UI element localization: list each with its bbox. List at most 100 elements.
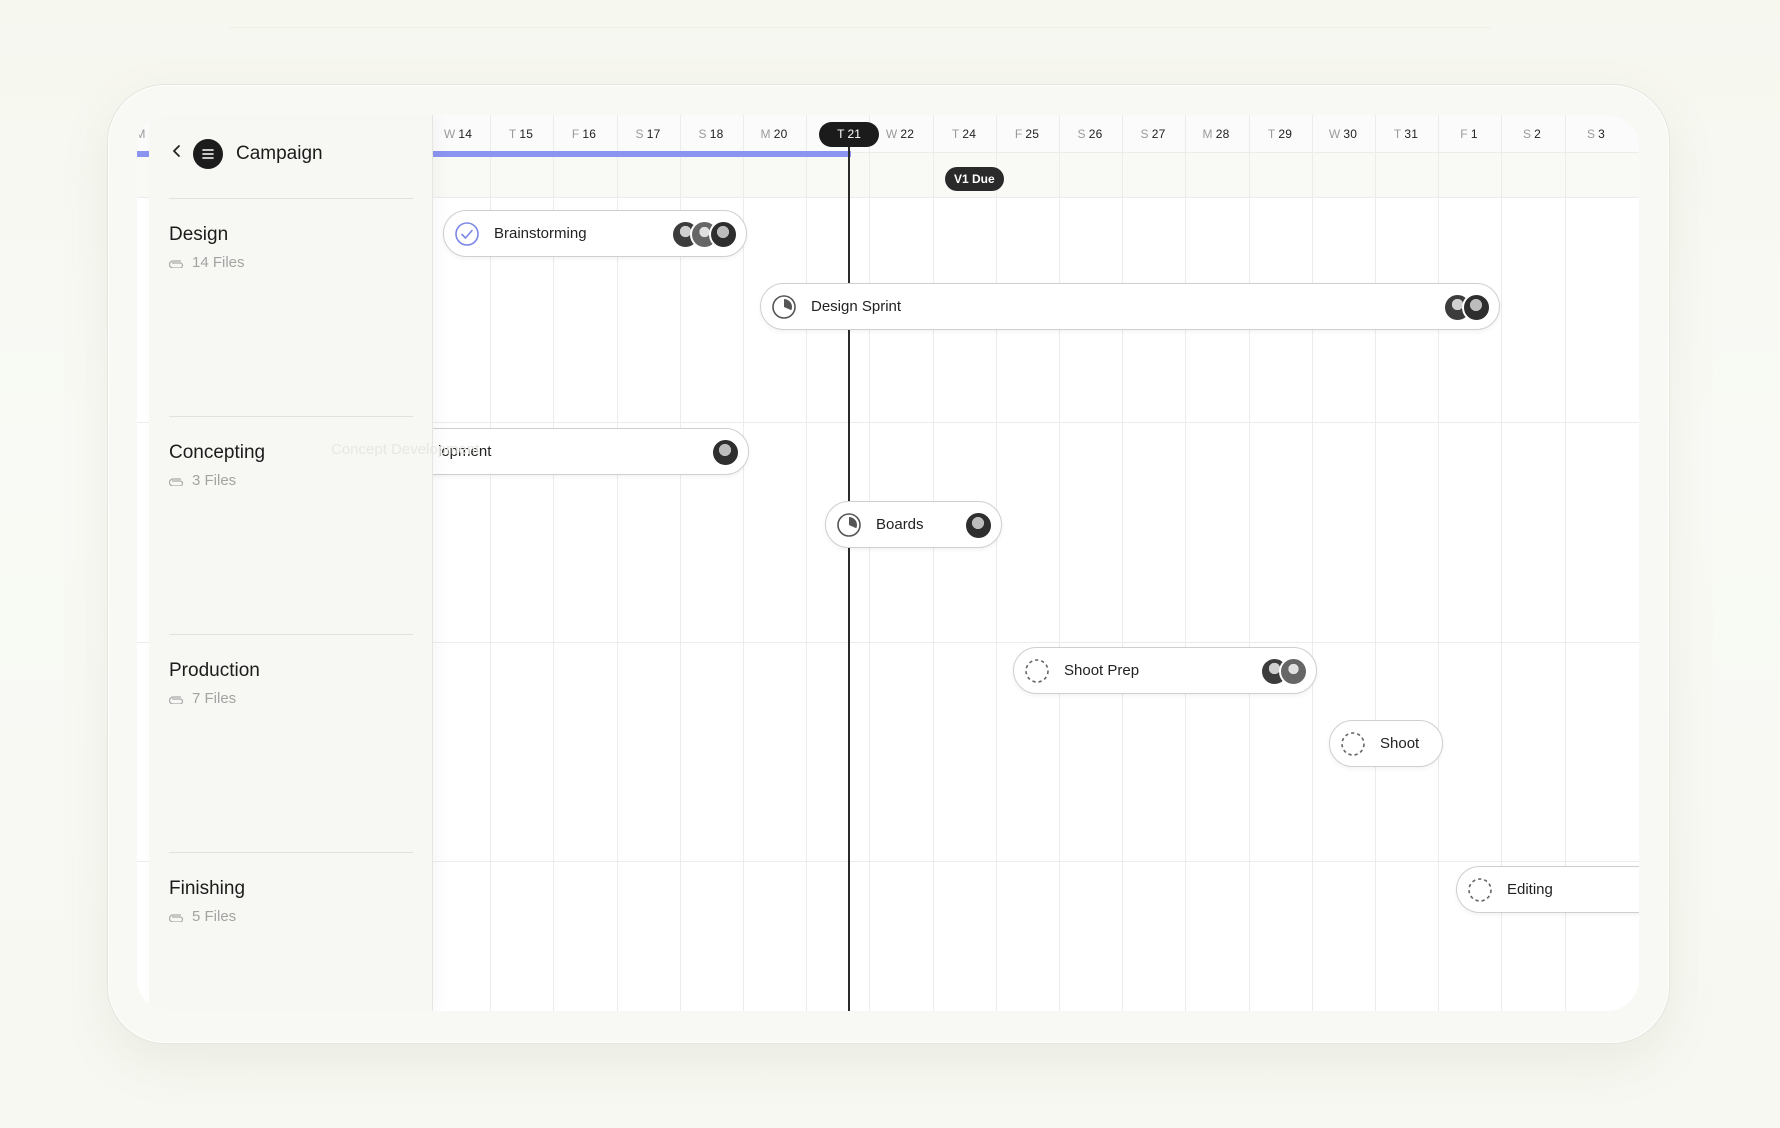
day-label[interactable]: W 30 — [1312, 127, 1374, 141]
task-boards[interactable]: Boards — [825, 501, 1002, 548]
day-number: 15 — [519, 127, 534, 141]
day-label[interactable]: M 28 — [1185, 127, 1247, 141]
day-number: 18 — [709, 127, 724, 141]
day-of-week: T — [951, 127, 960, 141]
milestone-badge[interactable]: V1 Due — [945, 167, 1004, 191]
group-name: Finishing — [169, 878, 246, 899]
task-label: Boards — [876, 516, 924, 533]
assignee-avatars[interactable] — [1443, 293, 1491, 322]
day-of-week: S — [635, 127, 644, 141]
day-number: 14 — [458, 127, 473, 141]
day-number: 31 — [1404, 127, 1419, 141]
day-label[interactable]: S 18 — [680, 127, 742, 141]
day-label[interactable]: S2 — [1501, 127, 1563, 141]
today-date-pill[interactable]: T 21 — [819, 122, 879, 147]
assignee-avatars[interactable] — [964, 511, 993, 540]
avatar — [1279, 657, 1308, 686]
day-of-week: S — [1140, 127, 1149, 141]
task-label: Design Sprint — [811, 298, 902, 315]
day-of-week: M — [760, 127, 771, 141]
day-of-week: W — [885, 127, 898, 141]
task-shoot[interactable]: Shoot — [1329, 720, 1443, 767]
day-number: 26 — [1088, 127, 1103, 141]
day-number: 27 — [1151, 127, 1166, 141]
group-divider — [169, 852, 413, 853]
day-of-week: M — [1202, 127, 1213, 141]
day-label[interactable]: F1 — [1438, 127, 1500, 141]
day-of-week: S — [1586, 127, 1596, 141]
task-design-sprint[interactable]: Design Sprint — [760, 283, 1500, 330]
task-brainstorming[interactable]: Brainstorming — [443, 210, 747, 257]
day-column-line — [1438, 115, 1439, 1011]
avatar — [964, 511, 993, 540]
dashed-circle-icon — [1467, 877, 1493, 903]
project-title: Campaign — [236, 143, 323, 164]
menu-logo-icon[interactable] — [193, 139, 223, 169]
sidebar-header: Campaign — [149, 115, 433, 195]
day-of-week: W — [443, 127, 456, 141]
assignee-avatars[interactable] — [671, 220, 738, 249]
day-column-line — [806, 115, 807, 1011]
day-label[interactable]: T 31 — [1375, 127, 1437, 141]
day-label[interactable]: S 26 — [1059, 127, 1121, 141]
pie-progress-icon — [771, 294, 797, 320]
avatar — [709, 220, 738, 249]
day-number: 20 — [773, 127, 788, 141]
file-count-text: 7 Files — [192, 690, 237, 707]
day-number: 22 — [900, 127, 915, 141]
group-name: Production — [169, 660, 260, 681]
day-label[interactable]: M 20 — [743, 127, 805, 141]
group-name: Design — [169, 224, 229, 245]
task-editing[interactable]: Editing — [1456, 866, 1639, 913]
day-of-week: F — [571, 127, 580, 141]
day-of-week: F — [1014, 127, 1023, 141]
group-file-count: 14 Files — [169, 254, 245, 271]
task-label: Editing — [1507, 881, 1553, 898]
day-of-week: S — [698, 127, 707, 141]
background-line — [230, 27, 1490, 28]
file-count-text: 14 Files — [192, 254, 245, 271]
assignee-avatars[interactable] — [711, 438, 740, 467]
day-of-week: T — [508, 127, 517, 141]
task-shoot-prep[interactable]: Shoot Prep — [1013, 647, 1317, 694]
day-column-line — [1122, 115, 1123, 1011]
day-label[interactable]: T 15 — [490, 127, 552, 141]
day-number: 24 — [962, 127, 977, 141]
group-file-count: 7 Files — [169, 690, 236, 707]
file-count-text: 3 Files — [192, 472, 237, 489]
day-label[interactable]: S 27 — [1122, 127, 1184, 141]
day-column-line — [1375, 115, 1376, 1011]
assignee-avatars[interactable] — [1260, 657, 1308, 686]
day-number: 17 — [646, 127, 661, 141]
avatar — [711, 438, 740, 467]
avatar — [1462, 293, 1491, 322]
dashed-circle-icon — [1340, 731, 1366, 757]
pie-progress-icon — [836, 512, 862, 538]
day-column-line — [996, 115, 997, 1011]
paperclip-icon — [169, 913, 184, 922]
group-file-count: 3 Files — [169, 472, 236, 489]
day-number: 30 — [1343, 127, 1358, 141]
day-label[interactable]: T 29 — [1249, 127, 1311, 141]
day-of-week: M — [137, 127, 146, 141]
project-sidebar: Campaign Concept Development Design 14 F… — [149, 115, 479, 1011]
day-label[interactable]: S 17 — [617, 127, 679, 141]
day-of-week: T — [1393, 127, 1402, 141]
task-label: Shoot Prep — [1064, 662, 1140, 679]
day-label[interactable]: F 16 — [553, 127, 615, 141]
day-of-week: W — [1328, 127, 1341, 141]
day-number: 16 — [582, 127, 597, 141]
day-number: 29 — [1278, 127, 1293, 141]
day-label[interactable]: F 25 — [996, 127, 1058, 141]
day-label[interactable]: S3 — [1565, 127, 1627, 141]
day-column-line — [1312, 115, 1313, 1011]
file-count-text: 5 Files — [192, 908, 237, 925]
today-marker-line — [848, 135, 850, 1011]
day-label[interactable]: W 14 — [427, 127, 489, 141]
day-label[interactable]: T 24 — [933, 127, 995, 141]
group-divider — [169, 198, 413, 199]
back-chevron-icon[interactable] — [169, 143, 185, 159]
day-of-week: T — [1267, 127, 1276, 141]
day-column-line — [1249, 115, 1250, 1011]
group-divider — [169, 416, 413, 417]
